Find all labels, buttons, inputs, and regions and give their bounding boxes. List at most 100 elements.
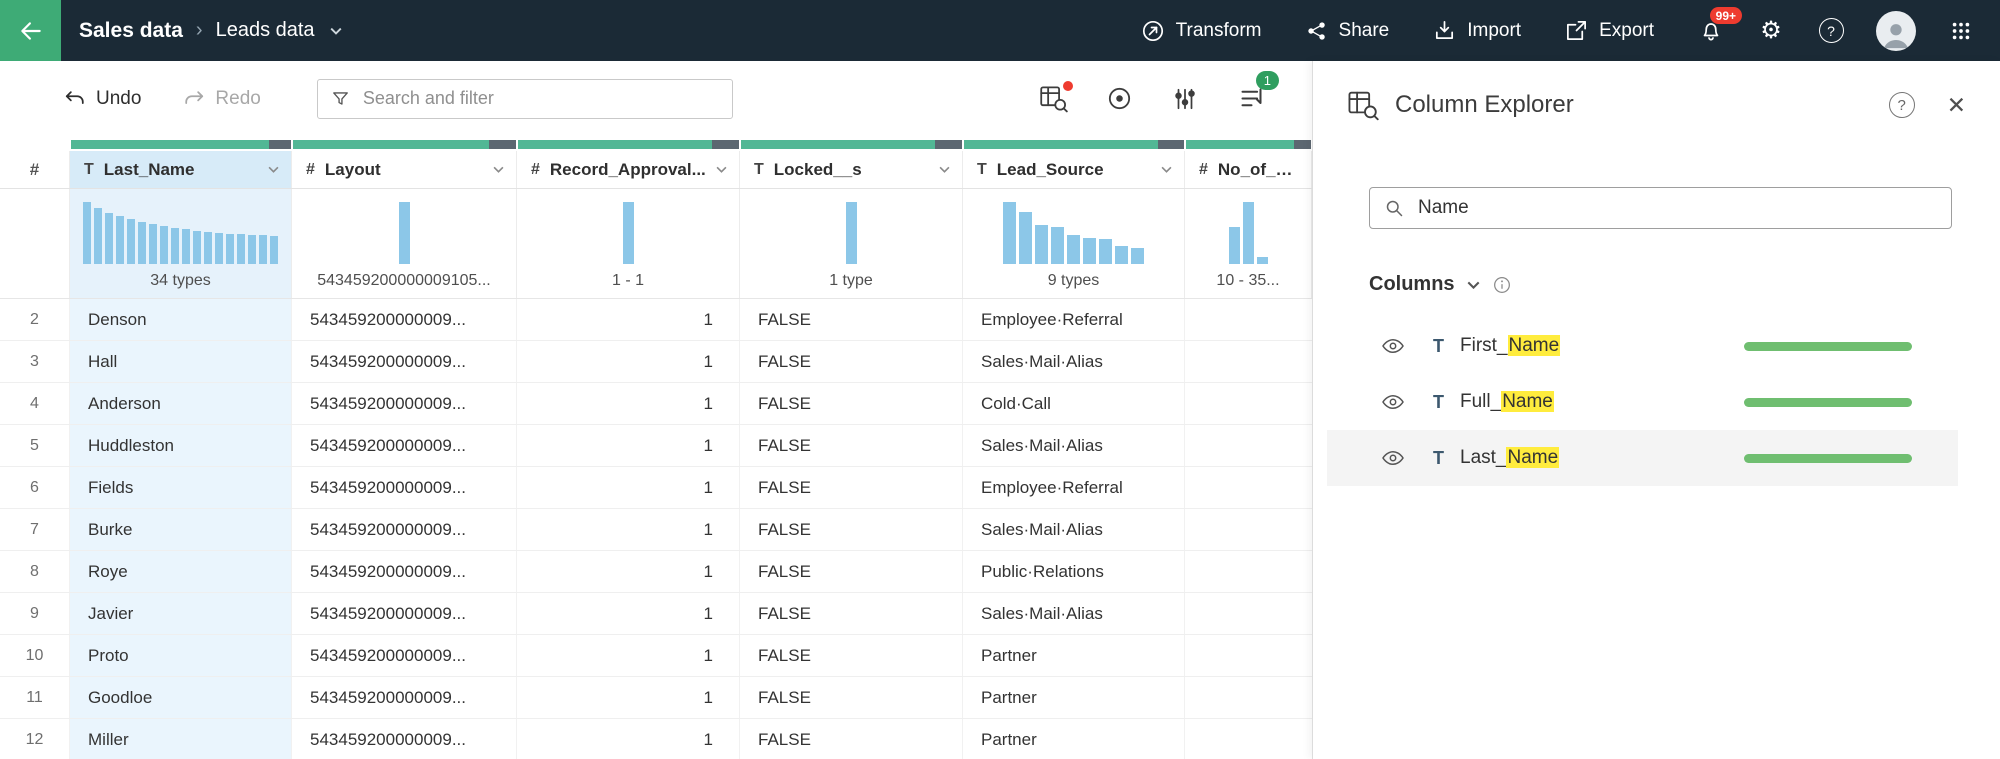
histogram-lead-source[interactable]: 9 types [963, 189, 1185, 298]
cell[interactable]: Sales·Mail·Alias [963, 341, 1185, 382]
eye-icon[interactable] [1381, 390, 1405, 414]
cell[interactable]: Huddleston [70, 425, 292, 466]
cell[interactable] [1185, 635, 1312, 676]
cell[interactable] [1185, 383, 1312, 424]
cell[interactable]: FALSE [740, 593, 963, 634]
share-button[interactable]: Share [1306, 20, 1390, 42]
cell[interactable]: FALSE [740, 635, 963, 676]
column-item-first-name[interactable]: T First_Name [1327, 318, 1958, 374]
cell[interactable]: 1 [517, 341, 740, 382]
histogram-record-approval[interactable]: 1 - 1 [517, 189, 740, 298]
cell[interactable]: 543459200000009... [292, 677, 517, 718]
cell[interactable] [1185, 299, 1312, 340]
applied-steps-button[interactable]: 1 [1236, 84, 1266, 114]
column-header-locked[interactable]: T Locked__s [740, 151, 963, 188]
column-header-record-approval[interactable]: # Record_Approval... [517, 151, 740, 188]
quality-strip-no-of-em[interactable] [1185, 140, 1312, 149]
cell[interactable]: Cold·Call [963, 383, 1185, 424]
cell[interactable]: 543459200000009... [292, 425, 517, 466]
cell[interactable]: 1 [517, 551, 740, 592]
cell[interactable]: Partner [963, 677, 1185, 718]
cell[interactable] [1185, 509, 1312, 550]
column-header-layout[interactable]: # Layout [292, 151, 517, 188]
cell[interactable]: 543459200000009... [292, 299, 517, 340]
panel-help-button[interactable]: ? [1889, 92, 1915, 118]
cell[interactable]: FALSE [740, 383, 963, 424]
cell[interactable]: Sales·Mail·Alias [963, 509, 1185, 550]
cell[interactable]: Miller [70, 719, 292, 759]
cell[interactable] [1185, 551, 1312, 592]
cell[interactable]: Burke [70, 509, 292, 550]
settings-button[interactable]: ⚙ [1756, 16, 1786, 46]
cell[interactable]: 1 [517, 425, 740, 466]
cell[interactable]: 543459200000009... [292, 341, 517, 382]
quality-strip-locked[interactable] [740, 140, 963, 149]
cell[interactable]: FALSE [740, 719, 963, 759]
cell[interactable]: 1 [517, 635, 740, 676]
cell[interactable]: Partner [963, 635, 1185, 676]
undo-button[interactable]: Undo [64, 88, 141, 110]
cell[interactable] [1185, 593, 1312, 634]
cell[interactable]: Anderson [70, 383, 292, 424]
user-avatar[interactable] [1876, 11, 1916, 51]
column-menu-caret-icon[interactable] [716, 166, 729, 173]
cell[interactable]: 543459200000009... [292, 551, 517, 592]
panel-search-input[interactable] [1416, 196, 1937, 220]
cell[interactable] [1185, 341, 1312, 382]
cell[interactable]: 1 [517, 509, 740, 550]
cell[interactable]: 1 [517, 467, 740, 508]
eye-icon[interactable] [1381, 446, 1405, 470]
histogram-no-of-em[interactable]: 10 - 35... [1185, 189, 1312, 298]
column-item-full-name[interactable]: T Full_Name [1327, 374, 1958, 430]
breadcrumb-dataset[interactable]: Sales data [79, 19, 183, 43]
back-button[interactable] [0, 0, 61, 61]
cell[interactable]: Roye [70, 551, 292, 592]
quality-strip-lead-source[interactable] [963, 140, 1185, 149]
histogram-layout[interactable]: 543459200000009105... [292, 189, 517, 298]
cell[interactable]: Sales·Mail·Alias [963, 425, 1185, 466]
column-menu-caret-icon[interactable] [493, 166, 506, 173]
column-menu-caret-icon[interactable] [1161, 166, 1174, 173]
panel-close-button[interactable]: ✕ [1947, 94, 1966, 117]
column-header-no-of-em[interactable]: # No_of_Em... [1185, 151, 1312, 188]
column-menu-caret-icon[interactable] [939, 166, 952, 173]
cell[interactable] [1185, 425, 1312, 466]
quality-strip-record-approval[interactable] [517, 140, 740, 149]
cell[interactable]: Sales·Mail·Alias [963, 593, 1185, 634]
cell[interactable]: FALSE [740, 299, 963, 340]
cell[interactable]: FALSE [740, 509, 963, 550]
chevron-down-icon[interactable] [1467, 281, 1480, 289]
cell[interactable] [1185, 467, 1312, 508]
cell[interactable]: Hall [70, 341, 292, 382]
quality-strip-layout[interactable] [292, 140, 517, 149]
data-quality-button[interactable] [1104, 84, 1134, 114]
eye-icon[interactable] [1381, 334, 1405, 358]
import-button[interactable]: Import [1433, 19, 1521, 42]
filters-settings-button[interactable] [1170, 84, 1200, 114]
help-button[interactable]: ? [1816, 16, 1846, 46]
cell[interactable]: FALSE [740, 677, 963, 718]
apps-grid-button[interactable] [1946, 16, 1976, 46]
column-explorer-button[interactable] [1038, 84, 1068, 114]
cell[interactable]: 543459200000009... [292, 509, 517, 550]
cell[interactable]: Employee·Referral [963, 299, 1185, 340]
cell[interactable]: FALSE [740, 425, 963, 466]
cell[interactable] [1185, 719, 1312, 759]
export-button[interactable]: Export [1565, 19, 1654, 42]
cell[interactable] [1185, 677, 1312, 718]
cell[interactable]: Proto [70, 635, 292, 676]
cell[interactable]: 1 [517, 383, 740, 424]
cell[interactable]: 1 [517, 593, 740, 634]
histogram-last-name[interactable]: 34 types [70, 189, 292, 298]
cell[interactable]: 1 [517, 299, 740, 340]
cell[interactable]: 543459200000009... [292, 467, 517, 508]
redo-button[interactable]: Redo [183, 88, 260, 110]
histogram-locked[interactable]: 1 type [740, 189, 963, 298]
cell[interactable]: 543459200000009... [292, 635, 517, 676]
cell[interactable]: FALSE [740, 341, 963, 382]
cell[interactable]: Public·Relations [963, 551, 1185, 592]
column-header-last-name[interactable]: T Last_Name [70, 151, 292, 188]
column-menu-caret-icon[interactable] [268, 166, 281, 173]
cell[interactable]: 543459200000009... [292, 593, 517, 634]
notifications-button[interactable]: 99+ [1696, 16, 1726, 46]
